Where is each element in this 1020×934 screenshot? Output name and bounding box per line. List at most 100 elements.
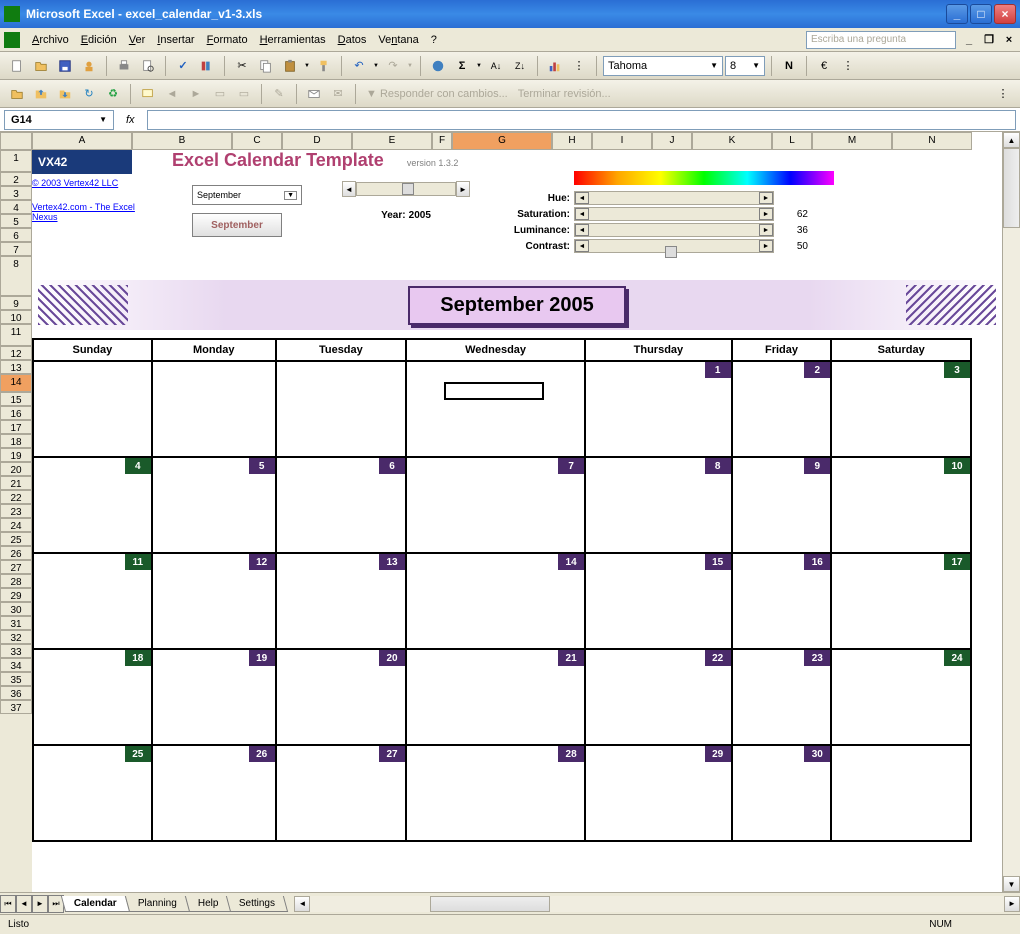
copy-icon[interactable] (255, 55, 277, 77)
row-header-10[interactable]: 10 (0, 310, 32, 324)
row-header-26[interactable]: 26 (0, 546, 32, 560)
toolbar-more-icon[interactable]: ⋮ (837, 55, 859, 77)
cut-icon[interactable]: ✂ (231, 55, 253, 77)
calendar-cell[interactable]: 17 (831, 553, 971, 649)
calendar-cell[interactable]: 12 (152, 553, 276, 649)
calendar-cell[interactable]: 15 (585, 553, 732, 649)
row-header-1[interactable]: 1 (0, 150, 32, 172)
row-header-23[interactable]: 23 (0, 504, 32, 518)
font-select[interactable]: Tahoma▼ (603, 56, 723, 76)
calendar-cell[interactable] (152, 361, 276, 457)
col-header-I[interactable]: I (592, 132, 652, 150)
month-button[interactable]: September (192, 213, 282, 237)
luminance-slider[interactable]: ◄► (574, 223, 774, 237)
redo-icon[interactable]: ↷ (382, 55, 404, 77)
calendar-cell[interactable]: 6 (276, 457, 406, 553)
row-header-31[interactable]: 31 (0, 616, 32, 630)
name-box[interactable]: G14▼ (4, 110, 114, 130)
row-header-11[interactable]: 11 (0, 324, 32, 346)
menu-herramientas[interactable]: Herramientas (254, 32, 332, 48)
toolbar3-more-icon[interactable]: ⋮ (992, 83, 1014, 105)
calendar-cell[interactable]: 29 (585, 745, 732, 841)
open-icon[interactable] (30, 55, 52, 77)
row-header-35[interactable]: 35 (0, 672, 32, 686)
comment-icon[interactable] (137, 83, 159, 105)
font-size-select[interactable]: 8▼ (725, 56, 765, 76)
comment-show-icon[interactable]: ▭ (209, 83, 231, 105)
autosum-dropdown-icon[interactable]: ▼ (475, 55, 483, 77)
calendar-cell[interactable]: 3 (831, 361, 971, 457)
menu-help[interactable]: ? (425, 32, 443, 48)
sort-asc-icon[interactable]: A↓ (485, 55, 507, 77)
scroll-down-button[interactable]: ▼ (1003, 876, 1020, 892)
calendar-cell[interactable]: 8 (585, 457, 732, 553)
recycle-icon[interactable]: ♻ (102, 83, 124, 105)
col-header-D[interactable]: D (282, 132, 352, 150)
col-header-H[interactable]: H (552, 132, 592, 150)
row-header-33[interactable]: 33 (0, 644, 32, 658)
undo-dropdown-icon[interactable]: ▼ (372, 55, 380, 77)
hue-slider[interactable]: ◄► (574, 191, 774, 205)
worksheet[interactable]: VX42 © 2003 Vertex42 LLC Vertex42.com - … (32, 150, 1002, 842)
calendar-cell[interactable]: 7 (406, 457, 585, 553)
col-header-J[interactable]: J (652, 132, 692, 150)
toolbar-options-icon[interactable]: ⋮ (568, 55, 590, 77)
menu-ventana[interactable]: Ventana (372, 32, 424, 48)
scroll-thumb[interactable] (1003, 148, 1020, 228)
col-header-E[interactable]: E (352, 132, 432, 150)
menu-insertar[interactable]: Insertar (151, 32, 200, 48)
row-header-32[interactable]: 32 (0, 630, 32, 644)
doc-restore-button[interactable]: ❐ (982, 33, 996, 47)
print-icon[interactable] (113, 55, 135, 77)
col-header-F[interactable]: F (432, 132, 452, 150)
undo-icon[interactable]: ↶ (348, 55, 370, 77)
selected-cell-G14[interactable] (444, 382, 544, 400)
close-button[interactable]: × (994, 4, 1016, 24)
row-header-24[interactable]: 24 (0, 518, 32, 532)
menu-ver[interactable]: Ver (123, 32, 152, 48)
calendar-cell[interactable]: 25 (33, 745, 152, 841)
calendar-cell[interactable]: 22 (585, 649, 732, 745)
calendar-cell[interactable]: 30 (732, 745, 832, 841)
row-header-37[interactable]: 37 (0, 700, 32, 714)
calendar-cell[interactable]: 4 (33, 457, 152, 553)
calendar-cell[interactable]: 19 (152, 649, 276, 745)
col-header-K[interactable]: K (692, 132, 772, 150)
col-header-B[interactable]: B (132, 132, 232, 150)
hyperlink-icon[interactable] (427, 55, 449, 77)
send-icon[interactable] (303, 83, 325, 105)
calendar-cell[interactable]: 9 (732, 457, 832, 553)
row-header-20[interactable]: 20 (0, 462, 32, 476)
calendar-cell[interactable]: 2 (732, 361, 832, 457)
menu-archivo[interactable]: Archivo (26, 32, 75, 48)
row-header-25[interactable]: 25 (0, 532, 32, 546)
vertical-scrollbar[interactable]: ▲ ▼ (1002, 132, 1020, 892)
row-header-12[interactable]: 12 (0, 346, 32, 360)
row-header-8[interactable]: 8 (0, 256, 32, 296)
menu-edicion[interactable]: Edición (75, 32, 123, 48)
format-painter-icon[interactable] (313, 55, 335, 77)
contrast-slider[interactable]: ◄► (574, 239, 774, 253)
folder-icon[interactable] (6, 83, 28, 105)
row-header-3[interactable]: 3 (0, 186, 32, 200)
calendar-cell[interactable] (406, 361, 585, 457)
row-header-7[interactable]: 7 (0, 242, 32, 256)
row-header-21[interactable]: 21 (0, 476, 32, 490)
year-next-button[interactable]: ► (456, 181, 470, 197)
chart-icon[interactable] (544, 55, 566, 77)
calendar-cell[interactable]: 11 (33, 553, 152, 649)
redo-dropdown-icon[interactable]: ▼ (406, 55, 414, 77)
row-header-19[interactable]: 19 (0, 448, 32, 462)
fx-label[interactable]: fx (126, 114, 135, 126)
calendar-cell[interactable] (33, 361, 152, 457)
calendar-cell[interactable]: 13 (276, 553, 406, 649)
comment-hide-icon[interactable]: ▭ (233, 83, 255, 105)
vertex-link[interactable]: Vertex42.com - The Excel Nexus (32, 202, 152, 222)
row-header-16[interactable]: 16 (0, 406, 32, 420)
row-header-17[interactable]: 17 (0, 420, 32, 434)
row-header-29[interactable]: 29 (0, 588, 32, 602)
saturation-slider[interactable]: ◄► (574, 207, 774, 221)
row-header-28[interactable]: 28 (0, 574, 32, 588)
row-header-2[interactable]: 2 (0, 172, 32, 186)
menu-datos[interactable]: Datos (332, 32, 373, 48)
